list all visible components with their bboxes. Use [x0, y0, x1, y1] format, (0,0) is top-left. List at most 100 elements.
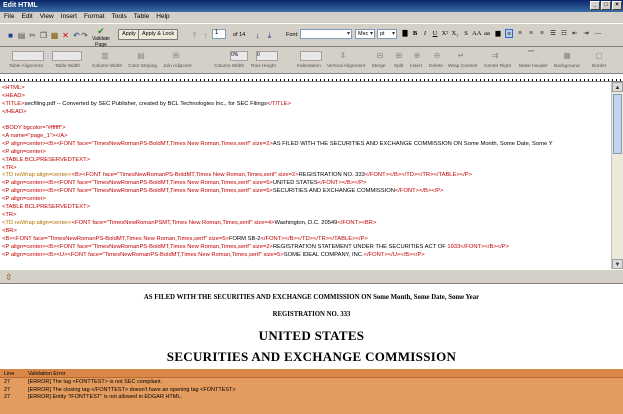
- code-line[interactable]: <A name="page_1"></A>: [2, 133, 611, 141]
- vertical-align-icon[interactable]: ⇕: [338, 51, 348, 61]
- code-line[interactable]: <P align=center><B><U><FONT face="TimesN…: [2, 252, 611, 260]
- justify-icon[interactable]: ≡: [538, 29, 546, 38]
- row-height-input[interactable]: 0: [256, 51, 278, 61]
- paste-icon[interactable]: ▦: [50, 31, 59, 40]
- code-line[interactable]: [2, 117, 611, 125]
- outdent-icon[interactable]: ⇤: [571, 29, 579, 38]
- border-icon[interactable]: ▢: [594, 51, 604, 61]
- superscript-button[interactable]: X²: [441, 29, 449, 38]
- number-list-icon[interactable]: ☷: [560, 29, 568, 38]
- pt-select[interactable]: pt: [377, 29, 397, 39]
- center-right-icon[interactable]: ⇉: [490, 51, 500, 61]
- strikethrough-button[interactable]: S: [462, 29, 470, 38]
- align-center-icon[interactable]: ≡: [516, 29, 524, 38]
- validation-row[interactable]: 27 [ERROR] The closing tag </FONTTEST> d…: [0, 386, 623, 394]
- menu-insert[interactable]: Insert: [61, 13, 77, 23]
- close-button[interactable]: ×: [612, 1, 622, 10]
- join-adjacent-icon[interactable]: ⊞: [171, 51, 181, 61]
- split-icon[interactable]: ⊞: [394, 51, 404, 61]
- apply-button[interactable]: Apply: [118, 29, 140, 40]
- first-page-icon[interactable]: ⤒: [190, 31, 199, 40]
- next-page-icon[interactable]: ↓: [253, 31, 262, 40]
- indentation-input[interactable]: [300, 51, 322, 61]
- menu-tools[interactable]: Tools: [112, 13, 127, 23]
- code-line[interactable]: <P align=center>: [2, 196, 611, 204]
- code-line[interactable]: <TABLE BCLPRESERVEDTEXT>: [2, 157, 611, 165]
- scroll-thumb[interactable]: [613, 94, 622, 154]
- uppercase-button[interactable]: AA: [472, 29, 481, 38]
- wrap-content-icon[interactable]: ↵: [456, 51, 466, 61]
- validation-row[interactable]: 27 [ERROR] Entity "/FONTTEST" is not all…: [0, 393, 623, 401]
- menu-format[interactable]: Format: [84, 13, 105, 23]
- subscript-button[interactable]: X₂: [451, 29, 459, 38]
- minimize-button[interactable]: _: [590, 1, 600, 10]
- splitter-grip-icon[interactable]: ⇳: [5, 272, 13, 283]
- cut-icon[interactable]: ✂: [28, 31, 37, 40]
- code-line[interactable]: <P align=center><B><FONT face="TimesNewR…: [2, 180, 611, 188]
- italic-button[interactable]: I: [421, 29, 429, 38]
- code-line[interactable]: <P align=center><B><FONT face="TimesNewR…: [2, 141, 611, 149]
- merge-icon[interactable]: ⊟: [375, 51, 385, 61]
- prev-page-icon[interactable]: ↑: [201, 31, 210, 40]
- indent-icon[interactable]: ⇥: [582, 29, 590, 38]
- lowercase-button[interactable]: aa: [483, 29, 491, 38]
- underline-button[interactable]: U: [431, 29, 439, 38]
- html-source-editor[interactable]: <HTML> <HEAD> <TITLE>secfiling.pdf -- Con…: [0, 82, 611, 269]
- font-select[interactable]: [300, 29, 352, 39]
- menu-table[interactable]: Table: [134, 13, 150, 23]
- background-icon[interactable]: ▦: [562, 51, 572, 61]
- code-line[interactable]: <TD noWrap align=center><B><FONT face="T…: [2, 172, 611, 180]
- code-line[interactable]: <B><FONT face="TimesNewRomanPS-BoldMT,Ti…: [2, 236, 611, 244]
- validation-row[interactable]: 27 [ERROR] The tag <FONTTEST> is not SEC…: [0, 378, 623, 386]
- code-line[interactable]: <TD noWrap align=center><FONT face="Time…: [2, 220, 611, 228]
- validation-line: 27: [4, 386, 11, 393]
- bullet-list-icon[interactable]: ☰: [549, 29, 557, 38]
- make-header-icon[interactable]: ▔: [526, 51, 536, 61]
- pane-splitter[interactable]: ⇳: [0, 269, 623, 284]
- code-line[interactable]: <HTML>: [2, 85, 611, 93]
- code-line[interactable]: <TABLE BCLPRESERVEDTEXT>: [2, 204, 611, 212]
- font-color-icon[interactable]: ▇: [401, 29, 409, 38]
- menu-edit[interactable]: Edit: [21, 13, 32, 23]
- col-line-header[interactable]: Line: [4, 371, 28, 377]
- color-striping-icon[interactable]: ▤: [136, 51, 146, 61]
- col-error-header[interactable]: Validation Error: [28, 371, 66, 377]
- code-line[interactable]: <TR>: [2, 212, 611, 220]
- scroll-up-icon[interactable]: ▲: [612, 82, 623, 92]
- code-line[interactable]: <HEAD>: [2, 93, 611, 101]
- page-number-input[interactable]: 1: [212, 29, 226, 39]
- last-page-icon[interactable]: ⤓: [265, 31, 274, 40]
- column-width-icon[interactable]: ▥: [100, 51, 110, 61]
- scroll-down-icon[interactable]: ▼: [612, 259, 623, 269]
- menu-view[interactable]: View: [40, 13, 54, 23]
- code-line[interactable]: <BODY bgcolor="#ffffff">: [2, 125, 611, 133]
- print-icon[interactable]: ▤: [17, 31, 26, 40]
- menu-file[interactable]: File: [4, 13, 14, 23]
- column-width-input[interactable]: 0%: [230, 51, 248, 61]
- delete-icon[interactable]: ✕: [61, 31, 70, 40]
- insert-icon[interactable]: ⊕: [412, 51, 422, 61]
- bold-button[interactable]: B: [411, 29, 419, 38]
- save-icon[interactable]: ■: [6, 31, 15, 40]
- code-line[interactable]: <TITLE>secfiling.pdf -- Converted by SEC…: [2, 101, 611, 109]
- delete-table-icon[interactable]: ⊖: [432, 51, 442, 61]
- hr-icon[interactable]: —: [594, 29, 602, 38]
- table-alignment-select[interactable]: [12, 51, 44, 61]
- copy-icon[interactable]: ❐: [39, 31, 48, 40]
- code-line[interactable]: <P align=center><B><FONT face="TimesNewR…: [2, 188, 611, 196]
- maximize-button[interactable]: □: [601, 1, 611, 10]
- apply-lock-button[interactable]: Apply & Lock: [138, 29, 179, 40]
- code-line[interactable]: <TR>: [2, 165, 611, 173]
- validate-page-button[interactable]: ✔ Validate Page: [86, 27, 116, 49]
- code-line[interactable]: <BR>: [2, 228, 611, 236]
- code-line[interactable]: <P align=center><B><FONT face="TimesNewR…: [2, 244, 611, 252]
- highlight-icon[interactable]: ▆: [494, 29, 502, 38]
- align-right-icon[interactable]: ≡: [527, 29, 535, 38]
- code-line[interactable]: </HEAD>: [2, 109, 611, 117]
- menu-help[interactable]: Help: [156, 13, 169, 23]
- vertical-scrollbar[interactable]: ▲ ▼: [611, 82, 623, 269]
- align-left-icon[interactable]: ≡: [505, 29, 513, 38]
- code-line[interactable]: <P align=center>: [2, 149, 611, 157]
- table-width-select[interactable]: [52, 51, 82, 61]
- size-select[interactable]: Mec: [355, 29, 375, 39]
